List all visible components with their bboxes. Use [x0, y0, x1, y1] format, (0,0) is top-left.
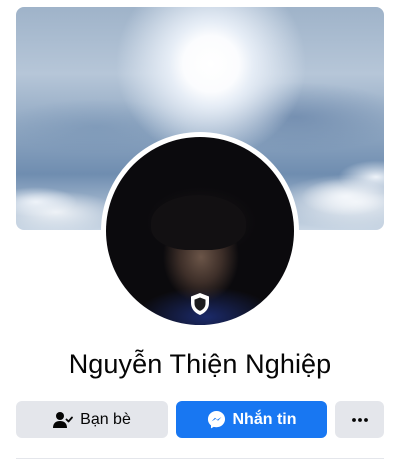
person-check-icon — [53, 411, 74, 428]
friends-label: Bạn bè — [80, 410, 131, 428]
messenger-icon — [207, 410, 225, 429]
message-button[interactable]: Nhắn tin — [176, 401, 327, 438]
message-label: Nhắn tin — [232, 410, 297, 428]
more-horizontal-icon — [351, 417, 368, 422]
more-options-button[interactable] — [335, 401, 384, 438]
shield-icon — [191, 293, 209, 315]
profile-name: Nguyễn Thiện Nghiệp — [68, 349, 332, 379]
profile-screen: Nguyễn Thiện Nghiệp Bạn bè Nhắn tin — [0, 0, 400, 473]
friends-button[interactable]: Bạn bè — [16, 401, 168, 438]
section-divider — [16, 458, 384, 459]
avatar-hair — [151, 195, 246, 250]
